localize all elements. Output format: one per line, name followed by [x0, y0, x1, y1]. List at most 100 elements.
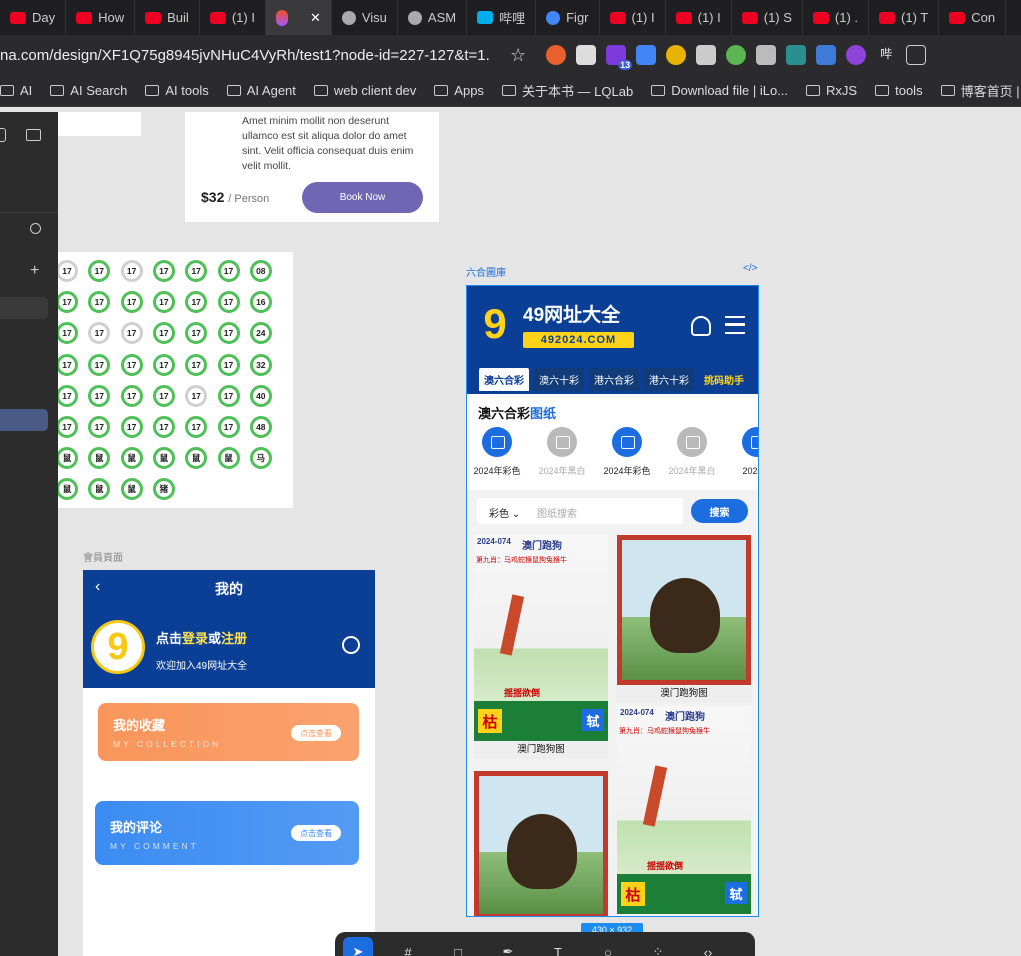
bookmark-item[interactable]: AI Agent	[226, 83, 296, 98]
translate-icon[interactable]	[636, 45, 657, 65]
url-field[interactable]: na.com/design/XF1Q75g8945jvNHuC4VyRh/tes…	[0, 47, 490, 64]
number-ball[interactable]: 17	[120, 322, 143, 345]
number-ball[interactable]: 08	[249, 260, 272, 282]
puzzle-icon[interactable]	[906, 45, 927, 65]
bookmark-item[interactable]: AI	[0, 83, 32, 98]
number-ball[interactable]: 17	[58, 291, 78, 314]
color-picker-icon[interactable]	[666, 45, 687, 65]
search-box[interactable]: 彩色 ⌄ 图纸搜索	[477, 498, 683, 524]
gallery-image-card[interactable]: 2024-074 澳门跑狗 第九肖：马鸡蛇猴鼠狗兔猴牛 揺揺欲倒枯轼澳门跑狗图	[474, 535, 608, 759]
glasses-icon[interactable]	[756, 45, 777, 65]
browser-tab[interactable]: (1) I	[200, 0, 266, 35]
number-ball[interactable]: 17	[88, 291, 111, 314]
number-ball[interactable]: 17	[152, 384, 175, 407]
number-ball[interactable]: 17	[185, 260, 208, 282]
figma-canvas[interactable]: Amet minim mollit non deserunt ullamco e…	[58, 112, 1021, 956]
user-icon[interactable]	[691, 316, 711, 336]
bookmark-item[interactable]: RxJS	[806, 83, 857, 98]
number-ball[interactable]: 鼠	[217, 447, 240, 470]
category-item[interactable]: 2024年黑白	[534, 427, 590, 477]
category-item[interactable]: 2024年	[729, 427, 758, 477]
number-ball[interactable]: 17	[88, 322, 111, 345]
menu-icon[interactable]	[725, 316, 745, 334]
browser-tab[interactable]: Figr	[536, 0, 600, 35]
number-ball[interactable]: 48	[249, 416, 272, 438]
comment-card[interactable]: 我的评论 MY COMMENT 点击查看	[95, 801, 359, 865]
book-now-button[interactable]: Book Now	[302, 182, 423, 213]
browser-tab[interactable]: ASM	[398, 0, 468, 35]
number-ball[interactable]: 17	[58, 260, 78, 282]
ball-grid-frame[interactable]: 17 17 17 17 17 17 08 17 17 17 17 17 17 16 17 17 17 17 17 17…	[58, 252, 293, 508]
canvas-card[interactable]	[58, 112, 141, 136]
print-icon[interactable]	[696, 45, 717, 65]
number-ball[interactable]: 鼠	[152, 447, 175, 470]
view-comment-button[interactable]: 点击查看	[291, 825, 341, 841]
collection-card[interactable]: 我的收藏 MY COLLECTION 点击查看	[98, 703, 359, 761]
lottery-tab[interactable]: 澳六十彩	[534, 368, 584, 391]
number-ball[interactable]: 17	[88, 416, 111, 438]
view-collection-button[interactable]: 点击查看	[291, 725, 341, 741]
number-ball[interactable]: 17	[58, 353, 78, 376]
number-ball[interactable]: 17	[120, 384, 143, 407]
category-item[interactable]: 2024年彩色	[599, 427, 655, 477]
number-ball[interactable]: 17	[185, 291, 208, 314]
browser-tab[interactable]: 哔哩	[467, 0, 537, 35]
lottery-tab[interactable]: 港六合彩	[589, 368, 639, 391]
bookmark-item[interactable]: Download file | iLo...	[651, 83, 788, 98]
number-ball[interactable]: 鼠	[58, 447, 78, 470]
number-ball[interactable]: 17	[152, 322, 175, 345]
number-ball[interactable]: 17	[185, 353, 208, 376]
browser-tab[interactable]: Con	[939, 0, 1007, 35]
extension-badge-icon[interactable]: 13	[606, 45, 633, 70]
shape-tool-icon[interactable]: □	[443, 937, 473, 956]
number-ball[interactable]: 16	[249, 291, 272, 314]
number-ball[interactable]: 鼠	[58, 478, 78, 501]
gallery-image-card[interactable]: 2024-074 澳门跑狗 第九肖：马鸡蛇猴鼠狗兔猴牛 揺揺欲倒枯轼	[617, 706, 751, 914]
move-tool-icon[interactable]: ➤	[343, 937, 373, 956]
number-ball[interactable]: 鼠	[88, 478, 111, 501]
lottery-tab[interactable]: 挑码助手	[699, 368, 749, 391]
gallery-image[interactable]: 2024-074 澳门跑狗 第九肖：马鸡蛇猴鼠狗兔猴牛 揺揺欲倒枯轼	[617, 706, 751, 914]
number-ball[interactable]: 鼠	[120, 447, 143, 470]
text-tool-icon[interactable]: T	[543, 937, 573, 956]
number-ball[interactable]: 17	[88, 260, 111, 282]
bookmark-item[interactable]: web client dev	[313, 83, 416, 98]
number-ball[interactable]: 17	[217, 353, 240, 376]
gallery-frame-label[interactable]: 六合圖庫	[466, 264, 506, 279]
window-icon[interactable]	[816, 45, 837, 65]
browser-tab[interactable]: (1) S	[732, 0, 803, 35]
robot-icon[interactable]	[726, 45, 747, 65]
bilibili-ext-icon[interactable]: 哔	[876, 45, 896, 65]
page-item-selected[interactable]	[0, 409, 48, 431]
gallery-frame[interactable]: 9 49网址大全 492024.COM 澳六合彩 澳六十彩 港六合彩 港六十彩 挑码助手…	[466, 285, 759, 917]
number-ball[interactable]: 17	[88, 353, 111, 376]
number-ball[interactable]: 17	[185, 322, 208, 345]
browser-tab[interactable]: (1) T	[869, 0, 940, 35]
number-ball[interactable]: 40	[249, 384, 272, 407]
number-ball[interactable]: 17	[217, 416, 240, 438]
gear-icon[interactable]	[342, 636, 360, 654]
lottery-tab[interactable]: 港六十彩	[644, 368, 694, 391]
login-link[interactable]: 登录	[182, 631, 208, 646]
number-ball[interactable]: 17	[152, 260, 175, 282]
number-ball[interactable]: 17	[217, 260, 240, 282]
search-button[interactable]: 搜索	[691, 499, 748, 523]
browser-tab[interactable]: ✕	[265, 0, 332, 35]
number-ball[interactable]: 17	[120, 416, 143, 438]
number-ball[interactable]: 鼠	[185, 447, 208, 470]
number-ball[interactable]: 17	[185, 416, 208, 438]
number-ball[interactable]: 17	[152, 416, 175, 438]
bookmark-item[interactable]: tools	[875, 83, 923, 98]
number-ball[interactable]: 17	[185, 384, 208, 407]
chip-icon[interactable]	[786, 45, 807, 65]
number-ball[interactable]: 32	[249, 353, 272, 376]
number-ball[interactable]: 17	[88, 384, 111, 407]
code-icon[interactable]: </>	[743, 263, 757, 274]
category-item[interactable]: 2024年彩色	[469, 427, 525, 477]
number-ball[interactable]: 17	[120, 353, 143, 376]
page-item[interactable]	[0, 297, 48, 319]
number-ball[interactable]: 24	[249, 322, 272, 345]
bookmark-item[interactable]: AI tools	[145, 83, 209, 98]
number-ball[interactable]: 17	[217, 322, 240, 345]
booking-card[interactable]: Amet minim mollit non deserunt ullamco e…	[185, 112, 439, 222]
